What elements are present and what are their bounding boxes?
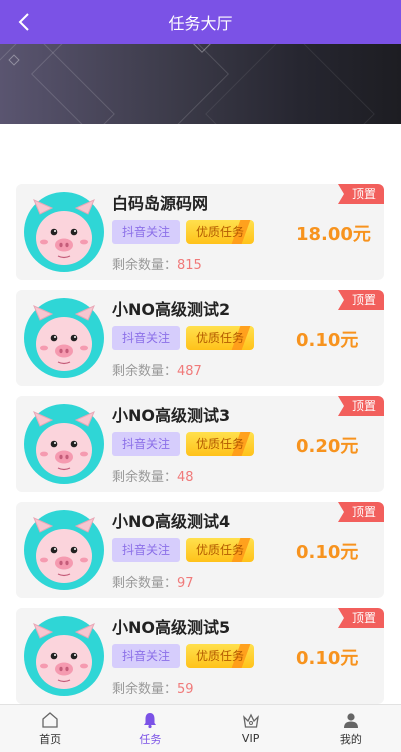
task-price: 0.10元	[296, 330, 359, 351]
tab-tasks[interactable]: 任务	[100, 705, 200, 752]
remaining-number: 97	[177, 576, 194, 591]
tab-label: 我的	[339, 732, 362, 746]
tab-mine[interactable]: 我的	[301, 705, 401, 752]
quality-tag-label: 优质任务	[195, 437, 244, 451]
task-price: 0.10元	[296, 648, 359, 669]
task-price: 0.20元	[296, 436, 359, 457]
user-icon	[343, 712, 358, 728]
pinned-badge: 顶置	[338, 396, 384, 416]
quality-tag: 优质任务	[186, 220, 254, 244]
tab-vip[interactable]: VIP	[201, 705, 301, 752]
remaining-number: 59	[177, 682, 194, 697]
task-card[interactable]: 小NO高级测试2 抖音关注 优质任务 剩余数量：487 0.10元 顶置	[16, 290, 384, 386]
crown-icon	[242, 713, 259, 728]
tab-home[interactable]: 首页	[0, 705, 100, 752]
task-name: 小NO高级测试4	[112, 512, 231, 531]
bottom-tab-bar: 首页 任务 VIP 我的	[0, 704, 401, 752]
bell-icon	[144, 712, 157, 728]
quality-tag-label: 优质任务	[195, 543, 244, 557]
remaining-label: 剩余数量：	[112, 364, 178, 379]
platform-tag: 抖音关注	[112, 220, 180, 244]
header-bar: 任务大厅	[0, 0, 401, 44]
task-name: 小NO高级测试3	[112, 406, 231, 425]
chevron-left-icon	[18, 13, 29, 31]
tab-label: 任务	[139, 732, 162, 746]
quality-tag-label: 优质任务	[195, 649, 244, 663]
platform-tag: 抖音关注	[112, 538, 180, 562]
task-price: 18.00元	[296, 224, 371, 245]
quality-tag: 优质任务	[186, 644, 254, 668]
pinned-badge: 顶置	[338, 608, 384, 628]
platform-tag: 抖音关注	[112, 644, 180, 668]
remaining-count: 剩余数量：48	[112, 466, 194, 485]
task-card[interactable]: 白码岛源码网 抖音关注 优质任务 剩余数量：815 18.00元 顶置	[16, 184, 384, 280]
pinned-badge: 顶置	[338, 184, 384, 204]
task-list: 白码岛源码网 抖音关注 优质任务 剩余数量：815 18.00元 顶置 小NO高…	[0, 124, 401, 704]
page-title: 任务大厅	[168, 14, 233, 33]
pinned-badge: 顶置	[338, 502, 384, 522]
banner-image	[0, 44, 401, 124]
remaining-count: 剩余数量：815	[112, 254, 202, 273]
back-button[interactable]	[12, 10, 36, 34]
task-name: 小NO高级测试5	[112, 618, 231, 637]
quality-tag-label: 优质任务	[195, 331, 244, 345]
remaining-number: 48	[177, 470, 194, 485]
avatar	[24, 404, 104, 484]
avatar	[24, 192, 104, 272]
remaining-number: 487	[177, 364, 202, 379]
avatar	[24, 616, 104, 696]
quality-tag-label: 优质任务	[195, 225, 244, 239]
platform-tag: 抖音关注	[112, 326, 180, 350]
task-card[interactable]: 小NO高级测试4 抖音关注 优质任务 剩余数量：97 0.10元 顶置	[16, 502, 384, 598]
remaining-label: 剩余数量：	[112, 682, 178, 697]
remaining-count: 剩余数量：487	[112, 360, 202, 379]
task-price: 0.10元	[296, 542, 359, 563]
pinned-badge: 顶置	[338, 290, 384, 310]
avatar	[24, 298, 104, 378]
task-name: 白码岛源码网	[112, 194, 209, 213]
avatar	[24, 510, 104, 590]
home-icon	[42, 711, 58, 728]
tab-label: VIP	[241, 732, 260, 745]
quality-tag: 优质任务	[186, 326, 254, 350]
remaining-count: 剩余数量：59	[112, 678, 194, 697]
task-card[interactable]: 小NO高级测试5 抖音关注 优质任务 剩余数量：59 0.10元 顶置	[16, 608, 384, 704]
remaining-label: 剩余数量：	[112, 576, 178, 591]
platform-tag: 抖音关注	[112, 432, 180, 456]
quality-tag: 优质任务	[186, 538, 254, 562]
tab-label: 首页	[39, 732, 62, 746]
remaining-label: 剩余数量：	[112, 470, 178, 485]
task-card[interactable]: 小NO高级测试3 抖音关注 优质任务 剩余数量：48 0.20元 顶置	[16, 396, 384, 492]
remaining-count: 剩余数量：97	[112, 572, 194, 591]
remaining-number: 815	[177, 258, 202, 273]
quality-tag: 优质任务	[186, 432, 254, 456]
task-name: 小NO高级测试2	[112, 300, 231, 319]
remaining-label: 剩余数量：	[112, 258, 178, 273]
